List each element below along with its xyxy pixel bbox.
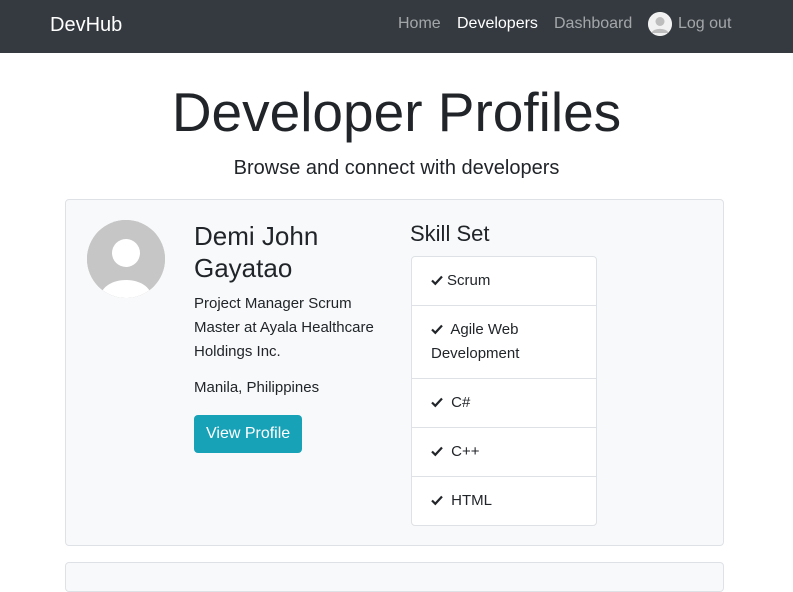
profile-location: Manila, Philippines [194,379,320,396]
nav-link-home[interactable]: Home [398,14,441,34]
check-icon [431,275,443,286]
brand-logo-link[interactable]: DevHub [50,13,122,37]
skill-label: HTML [451,492,493,509]
top-navbar: DevHub Home Developers Dashboard Log out [0,0,793,53]
skill-item: HTML [412,477,596,525]
nav-link-dashboard[interactable]: Dashboard [554,14,632,34]
profile-avatar-icon [87,220,165,298]
skills-heading: Skill Set [410,221,490,246]
skill-item: C++ [412,428,596,477]
check-icon [431,495,443,506]
skill-label: C# [451,394,471,411]
check-icon [431,446,443,457]
page-subtitle: Browse and connect with developers [233,157,560,179]
logout-label: Log out [678,15,732,32]
skill-item: C# [412,379,596,428]
check-icon [431,397,443,408]
profile-name: Demi John Gayatao [194,221,319,283]
check-icon [431,324,443,335]
skill-label: Agile Web Development [431,321,520,362]
skill-item: Scrum [412,257,596,306]
logout-link[interactable]: Log out [648,12,731,36]
skill-label: C++ [451,443,480,460]
profile-card: Demi John Gayatao Project Manager Scrum … [65,199,724,546]
skill-item: Agile Web Development [412,306,596,379]
profile-job-title: Project Manager Scrum Master at Ayala He… [194,295,374,360]
skill-label: Scrum [447,272,491,289]
page-title: Developer Profiles [171,81,622,143]
profile-info: Demi John Gayatao Project Manager Scrum … [194,220,384,453]
skill-list: Scrum Agile Web Development C# C++ HTML [411,256,597,526]
profile-card-next [65,562,724,592]
nav-link-developers[interactable]: Developers [457,14,538,34]
user-avatar-icon [648,12,672,36]
view-profile-button[interactable]: View Profile [194,415,303,453]
